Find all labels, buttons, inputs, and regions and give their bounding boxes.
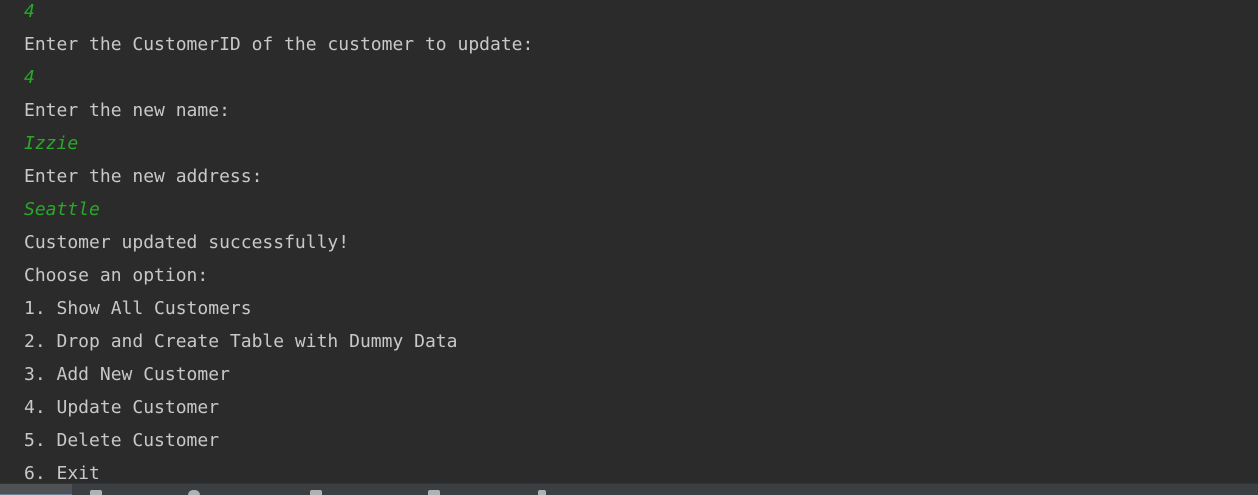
run-console-output[interactable]: 4 Enter the CustomerID of the customer t… — [0, 0, 1258, 483]
menu-option-show-all: 1. Show All Customers — [24, 298, 252, 319]
user-input-address: Seattle — [24, 199, 100, 220]
user-input-name: Izzie — [24, 133, 79, 154]
prompt-new-name: Enter the new name: — [24, 100, 230, 121]
stop-icon[interactable] — [310, 490, 322, 495]
bottom-tool-window-bar — [0, 483, 1258, 495]
search-icon[interactable] — [188, 490, 200, 495]
print-icon[interactable] — [428, 490, 440, 495]
menu-option-exit: 6. Exit — [24, 463, 100, 483]
terminal-tab-icon[interactable] — [0, 484, 72, 495]
prompt-new-address: Enter the new address: — [24, 166, 263, 187]
menu-option-delete: 5. Delete Customer — [24, 430, 220, 451]
prompt-customer-id: Enter the CustomerID of the customer to … — [24, 34, 534, 55]
edit-icon[interactable] — [538, 490, 546, 495]
menu-option-update: 4. Update Customer — [24, 397, 220, 418]
menu-option-drop-create: 2. Drop and Create Table with Dummy Data — [24, 331, 458, 352]
user-input-customer-id: 4 — [24, 67, 35, 88]
user-input-line: 4 — [24, 1, 35, 22]
menu-option-add: 3. Add New Customer — [24, 364, 230, 385]
menu-heading: Choose an option: — [24, 265, 209, 286]
update-success-message: Customer updated successfully! — [24, 232, 350, 253]
list-icon[interactable] — [90, 490, 102, 495]
